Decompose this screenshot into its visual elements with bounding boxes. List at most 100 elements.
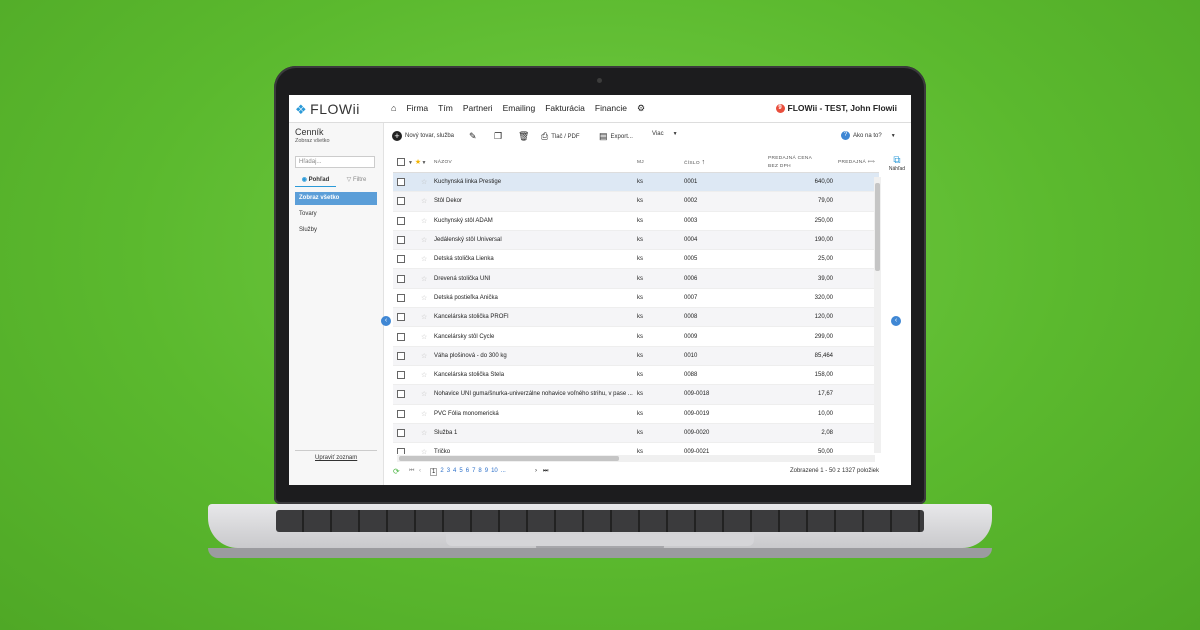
nav-item-fakturacia[interactable]: Fakturácia: [545, 103, 585, 114]
vertical-scroll-thumb[interactable]: [875, 183, 880, 271]
sidebar-item-goods[interactable]: Tovary: [295, 208, 377, 221]
row-favorite[interactable]: ☆: [407, 442, 433, 454]
page-number[interactable]: 5: [459, 468, 462, 476]
row-favorite[interactable]: ☆: [407, 230, 433, 251]
table-row[interactable]: ☆ Jedálenský stôl Universal ks 0004 190,00: [393, 230, 879, 251]
row-checkbox[interactable]: [393, 423, 407, 444]
table-row[interactable]: ☆ Drevená stolička UNI ks 0006 39,00: [393, 268, 879, 289]
page-number[interactable]: 10: [491, 468, 498, 476]
row-favorite[interactable]: ☆: [407, 288, 433, 309]
first-page-icon[interactable]: ⏮: [409, 468, 414, 475]
column-header-name[interactable]: NÁZOV: [433, 152, 636, 173]
page-number[interactable]: 4: [453, 468, 456, 476]
page-number[interactable]: 9: [485, 468, 488, 476]
table-row[interactable]: ☆ Kuchynská linka Prestige ks 0001 640,00: [393, 172, 879, 193]
page-number[interactable]: 1: [430, 468, 438, 476]
copy-button[interactable]: ❐: [494, 131, 502, 142]
nav-item-financie[interactable]: Financie: [595, 103, 627, 114]
row-checkbox[interactable]: [393, 326, 407, 347]
row-favorite[interactable]: ☆: [407, 346, 433, 366]
row-checkbox[interactable]: [393, 404, 407, 424]
sidebar-item-services[interactable]: Služby: [295, 224, 377, 237]
row-checkbox[interactable]: [393, 384, 407, 405]
page-number[interactable]: 6: [466, 468, 469, 476]
row-checkbox[interactable]: [393, 288, 407, 309]
tab-view[interactable]: ◉ Pohľad: [295, 176, 336, 187]
column-header-unit[interactable]: MJ: [636, 152, 683, 173]
preview-button[interactable]: ⧉ Náhľad: [887, 155, 907, 172]
delete-button[interactable]: 🗑: [518, 131, 529, 142]
user-menu[interactable]: 9 FLOWii - TEST, John Flowii: [775, 103, 897, 114]
home-icon[interactable]: ⌂: [391, 103, 396, 114]
page-number[interactable]: 8: [478, 468, 481, 476]
export-button[interactable]: ▤ Export...: [599, 131, 633, 142]
row-checkbox[interactable]: [393, 268, 407, 289]
vertical-scrollbar[interactable]: [874, 177, 881, 453]
gear-icon[interactable]: ⚙: [637, 103, 645, 114]
table-row[interactable]: ☆ Stôl Dekor ks 0002 79,00: [393, 191, 879, 212]
row-favorite[interactable]: ☆: [407, 423, 433, 444]
row-checkbox[interactable]: [393, 191, 407, 212]
row-checkbox[interactable]: [393, 249, 407, 270]
prev-page-icon[interactable]: ‹: [419, 468, 421, 474]
row-favorite[interactable]: ☆: [407, 211, 433, 231]
row-favorite[interactable]: ☆: [407, 365, 433, 386]
collapse-sidebar-button[interactable]: ‹: [381, 316, 391, 326]
favorite-header[interactable]: ▼ ★▼: [407, 152, 433, 173]
row-favorite[interactable]: ☆: [407, 384, 433, 405]
table-row[interactable]: ☆ Tričko ks 009-0021 50,00: [393, 442, 879, 454]
row-favorite[interactable]: ☆: [407, 326, 433, 347]
column-header-number[interactable]: ČÍSLO ↑: [683, 152, 767, 173]
nav-item-partneri[interactable]: Partneri: [463, 103, 493, 114]
row-favorite[interactable]: ☆: [407, 249, 433, 270]
row-checkbox[interactable]: [393, 346, 407, 366]
row-favorite[interactable]: ☆: [407, 404, 433, 424]
next-page-icon[interactable]: ›: [535, 468, 537, 474]
column-header-price[interactable]: PREDAJNÁ CENA BEZ DPH: [767, 152, 837, 173]
row-favorite[interactable]: ☆: [407, 307, 433, 328]
nav-item-emailing[interactable]: Emailing: [503, 103, 536, 114]
row-favorite[interactable]: ☆: [407, 172, 433, 193]
table-row[interactable]: ☆ Nohavice UNI guma/šnurka-univerzálne no…: [393, 384, 879, 405]
expand-preview-button[interactable]: ‹: [891, 316, 901, 326]
horizontal-scrollbar[interactable]: [397, 455, 875, 462]
help-button[interactable]: ? Ako na to? ▼: [841, 131, 896, 140]
row-checkbox[interactable]: [393, 211, 407, 231]
row-checkbox[interactable]: [393, 172, 407, 193]
table-row[interactable]: ☆ Váha plošinová - do 300 kg ks 0010 85,464: [393, 346, 879, 366]
table-row[interactable]: ☆ Služba 1 ks 009-0020 2,08: [393, 423, 879, 444]
flowii-logo[interactable]: ❖ FLOWii: [295, 101, 360, 118]
page-number[interactable]: 2: [440, 468, 443, 476]
refresh-icon[interactable]: ⟳: [393, 467, 400, 476]
row-checkbox[interactable]: [393, 442, 407, 454]
column-header-price-2[interactable]: PREDAJNÁ ⟺: [837, 152, 879, 173]
new-item-button[interactable]: + Nový tovar, služba: [392, 131, 454, 141]
sidebar-search-input[interactable]: Hľadaj...: [295, 156, 375, 168]
row-favorite[interactable]: ☆: [407, 191, 433, 212]
edit-button[interactable]: ✎: [469, 131, 477, 142]
nav-item-tim[interactable]: Tím: [438, 103, 453, 114]
edit-list-link[interactable]: Upraviť zoznam: [315, 455, 357, 461]
notification-badge[interactable]: 9: [775, 104, 785, 114]
print-button[interactable]: ⎙ Tlač / PDF: [541, 131, 580, 142]
last-page-icon[interactable]: ⏭: [543, 468, 548, 475]
sidebar-item-all[interactable]: Zobraz všetko: [295, 192, 377, 205]
tab-filters[interactable]: ▽ Filtre: [336, 176, 377, 187]
nav-item-firma[interactable]: Firma: [406, 103, 428, 114]
row-checkbox[interactable]: [393, 307, 407, 328]
page-number[interactable]: ...: [501, 468, 506, 476]
table-row[interactable]: ☆ Kancelárska stolička PROFI ks 0008 120,00: [393, 307, 879, 328]
table-row[interactable]: ☆ Detská postieľka Anička ks 0007 320,00: [393, 288, 879, 309]
row-favorite[interactable]: ☆: [407, 268, 433, 289]
table-row[interactable]: ☆ Kancelárska stolička Stela ks 0088 158,00: [393, 365, 879, 386]
row-checkbox[interactable]: [393, 230, 407, 251]
table-row[interactable]: ☆ Detská stolička Lienka ks 0005 25,00: [393, 249, 879, 270]
table-row[interactable]: ☆ Kancelársky stôl Cycle ks 0009 299,00: [393, 326, 879, 347]
table-row[interactable]: ☆ Kuchynský stôl ADAM ks 0003 250,00: [393, 211, 879, 231]
more-dropdown[interactable]: Viac ▼: [652, 131, 678, 137]
row-checkbox[interactable]: [393, 365, 407, 386]
select-all-checkbox[interactable]: [393, 152, 407, 173]
horizontal-scroll-thumb[interactable]: [399, 456, 619, 461]
page-number[interactable]: 3: [447, 468, 450, 476]
table-row[interactable]: ☆ PVC Fólia monomerická ks 009-0019 10,00: [393, 404, 879, 424]
